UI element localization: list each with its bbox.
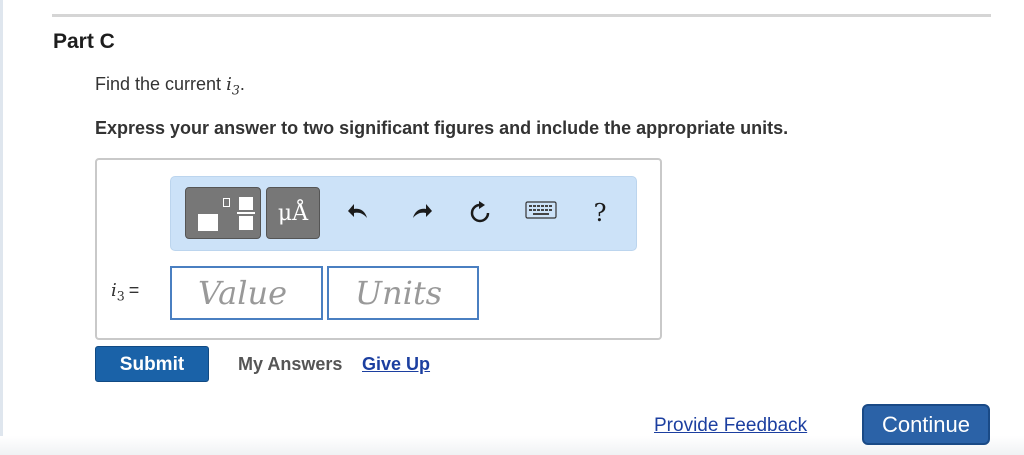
provide-feedback-link[interactable]: Provide Feedback — [654, 415, 807, 437]
give-up-link[interactable]: Give Up — [362, 354, 430, 375]
equals-sign: = — [128, 280, 140, 300]
template-fraction-bar — [237, 212, 255, 214]
units-icon[interactable]: μÅ — [266, 187, 320, 239]
math-toolbar: μÅ ? — [170, 176, 637, 251]
template-square-small — [223, 198, 230, 207]
question-var-subscript: 3 — [231, 82, 240, 98]
undo-icon[interactable] — [343, 197, 373, 229]
continue-button[interactable]: Continue — [862, 404, 990, 445]
templates-icon[interactable] — [185, 187, 261, 239]
top-divider — [52, 14, 991, 17]
my-answers-label: My Answers — [238, 354, 343, 374]
instructions: Express your answer to two significant f… — [95, 118, 789, 138]
template-square-large — [198, 214, 218, 231]
question-text: Find the current i3. — [95, 74, 245, 98]
help-icon[interactable]: ? — [585, 197, 615, 229]
template-numerator — [239, 197, 253, 210]
question-suffix: . — [239, 74, 245, 94]
answer-var-subscript: 3 — [116, 288, 125, 304]
reset-icon[interactable] — [465, 197, 495, 229]
value-input[interactable]: Value — [170, 266, 323, 320]
template-denominator — [239, 216, 253, 230]
keyboard-icon[interactable] — [521, 197, 561, 229]
question-variable: i3 — [226, 74, 240, 98]
units-input[interactable]: Units — [327, 266, 479, 320]
answer-variable-label: i3 = — [111, 280, 139, 304]
left-border — [0, 0, 3, 455]
redo-icon[interactable] — [407, 197, 437, 229]
question-prefix: Find the current — [95, 74, 227, 94]
part-title: Part C — [53, 30, 115, 53]
submit-button[interactable]: Submit — [95, 346, 209, 382]
